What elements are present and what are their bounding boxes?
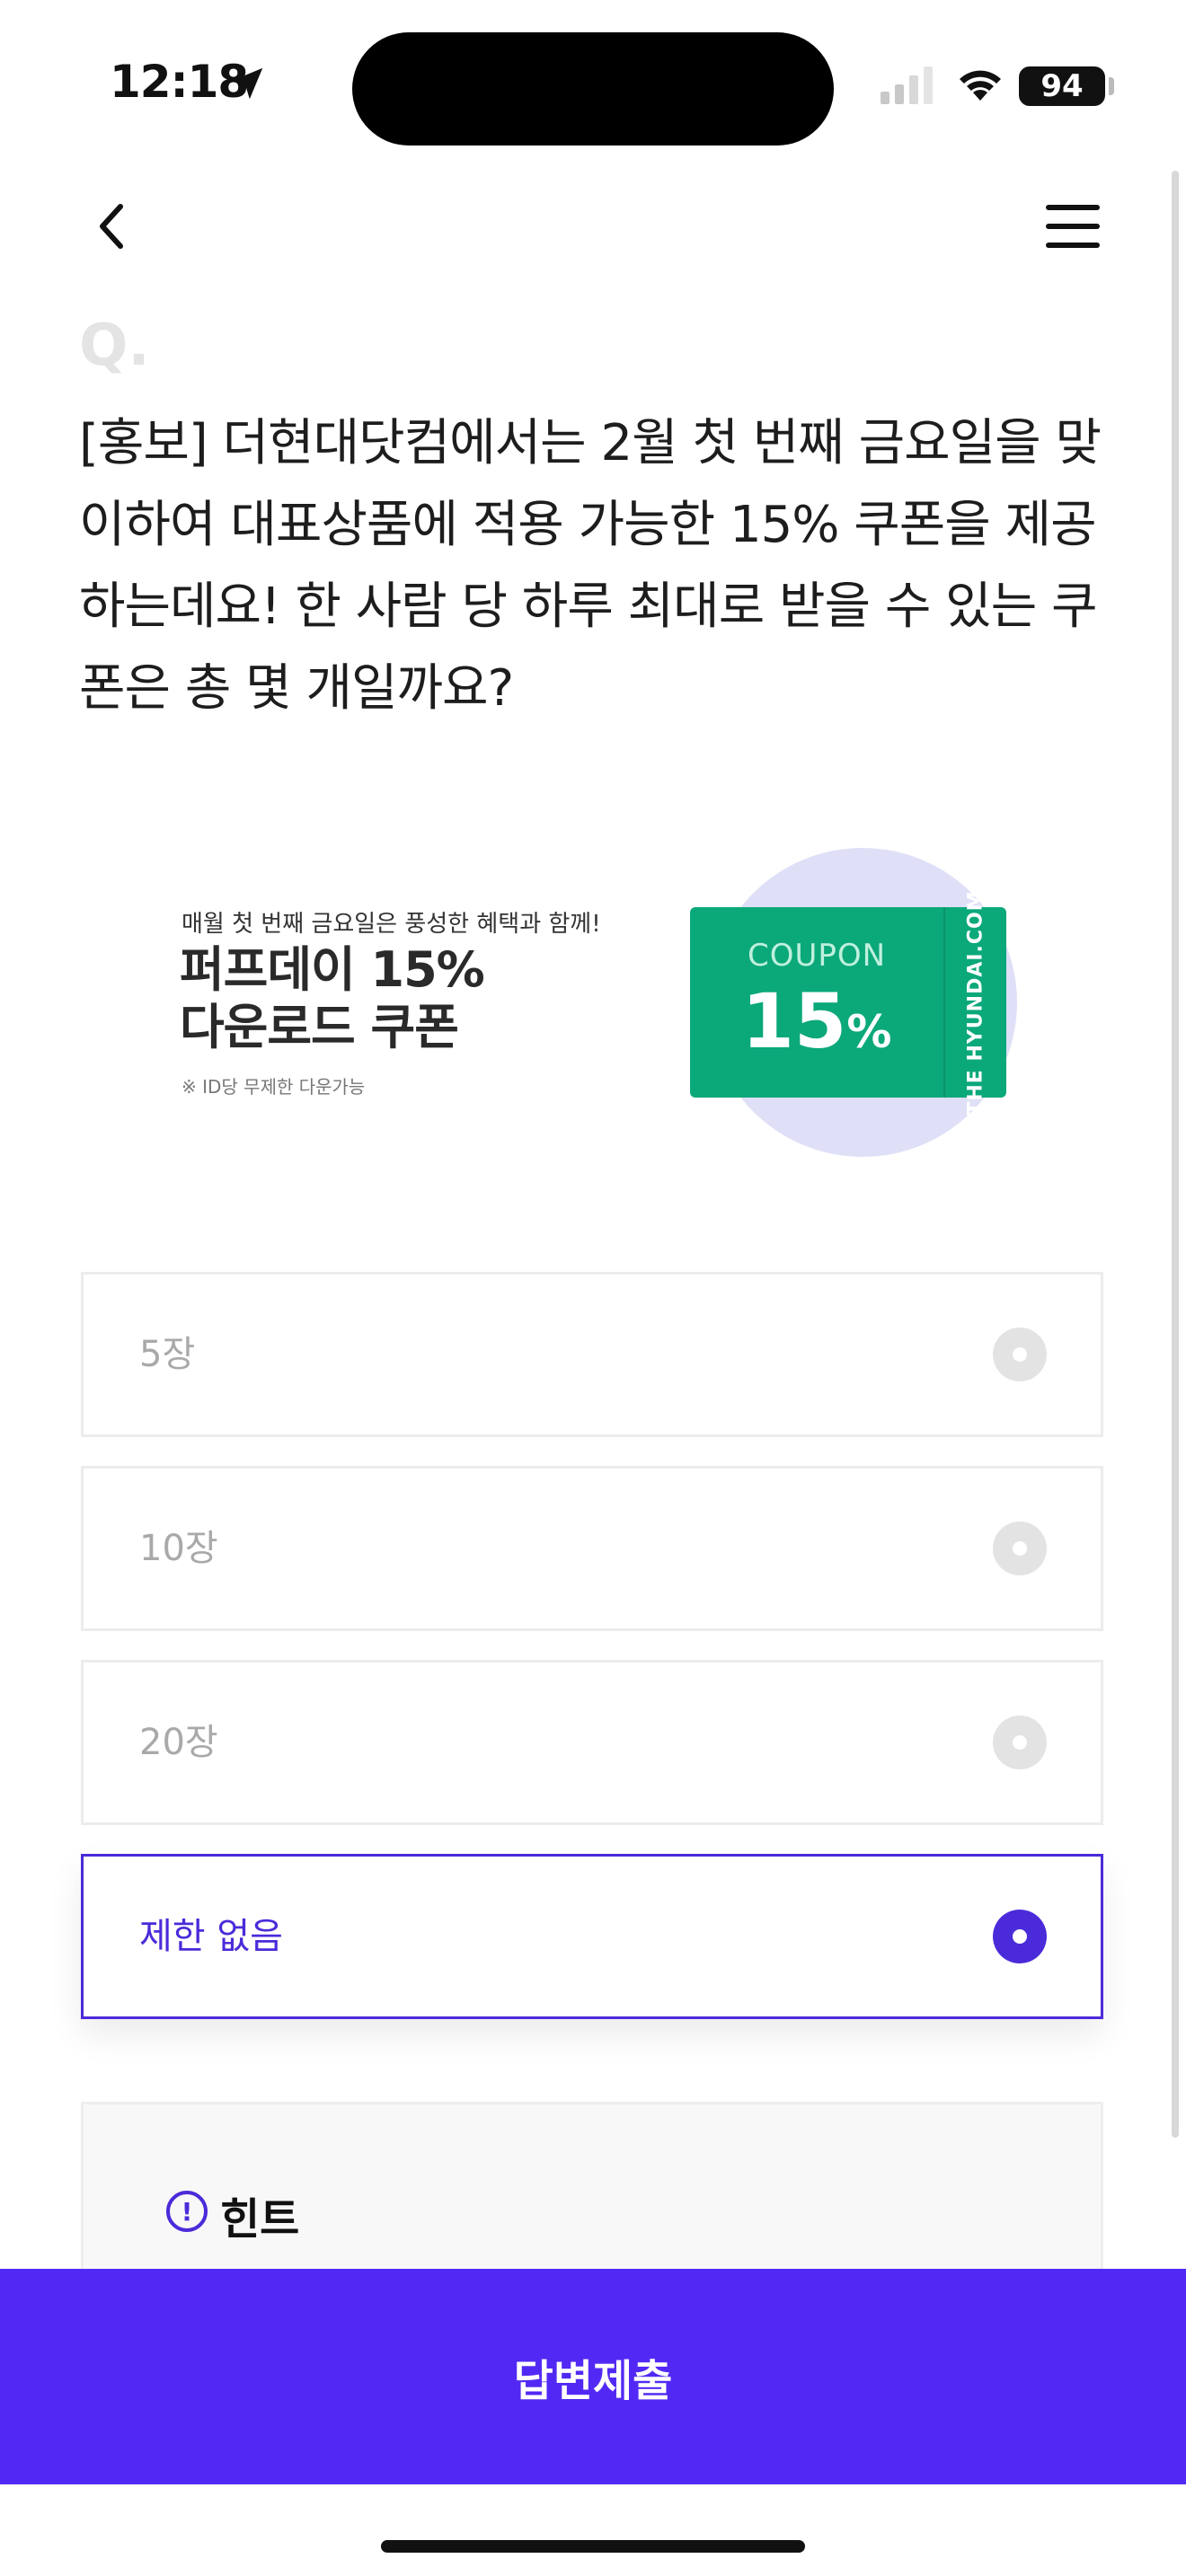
answer-option-label: 5장: [139, 1334, 196, 1375]
bottom-safe-area: [0, 2484, 1186, 2576]
answer-option-3[interactable]: 20장: [81, 1660, 1103, 1825]
location-arrow-icon: [231, 67, 263, 100]
answer-option-label: 10장: [139, 1528, 218, 1569]
hint-label: 힌트: [220, 2194, 300, 2245]
info-circle-icon: !: [166, 2191, 208, 2232]
hamburger-icon: [1046, 205, 1100, 210]
radio-button[interactable]: [993, 1716, 1047, 1769]
scrollbar[interactable]: [1172, 171, 1179, 2138]
question-marker: Q.: [79, 313, 150, 379]
radio-button[interactable]: [993, 1328, 1047, 1381]
battery-indicator: 94: [1019, 66, 1105, 106]
dynamic-island: [352, 32, 834, 146]
banner-title-line2: 다운로드 쿠폰: [180, 999, 459, 1055]
menu-button[interactable]: [1039, 198, 1107, 255]
chevron-left-icon: [100, 204, 123, 249]
banner-note: ※ ID당 무제한 다운가능: [181, 1076, 366, 1098]
radio-button[interactable]: [993, 1522, 1047, 1575]
home-indicator[interactable]: [381, 2540, 805, 2553]
cellular-signal-icon: [881, 66, 933, 104]
banner-title: 퍼프데이 15% 다운로드 쿠폰: [180, 941, 485, 1056]
back-button[interactable]: [83, 190, 140, 262]
coupon-graphic: COUPON 15% THE HYUNDAI.COM: [690, 889, 1006, 1116]
answer-option-2[interactable]: 10장: [81, 1466, 1103, 1631]
promo-banner: 매월 첫 번째 금요일은 풍성한 혜택과 함께! 퍼프데이 15% 다운로드 쿠…: [79, 835, 1103, 1168]
answer-option-label: 제한 없음: [139, 1916, 283, 1957]
answer-option-label: 20장: [139, 1722, 218, 1763]
coupon-value: 15%: [741, 977, 892, 1065]
coupon-brand: THE HYUNDAI.COM: [964, 889, 987, 1116]
question-text: [홍보] 더현대닷컴에서는 2월 첫 번째 금요일을 맞이하여 대표상품에 적용…: [79, 414, 1102, 718]
banner-title-line1: 퍼프데이 15%: [180, 941, 485, 998]
wifi-icon: [960, 70, 1001, 101]
coupon-label: COUPON: [747, 938, 887, 974]
answer-option-1[interactable]: 5장: [81, 1272, 1103, 1437]
battery-nub: [1109, 77, 1114, 95]
banner-subtitle: 매월 첫 번째 금요일은 풍성한 혜택과 함께!: [181, 911, 601, 938]
answer-option-4[interactable]: 제한 없음: [81, 1854, 1103, 2019]
radio-button-selected[interactable]: [993, 1910, 1047, 1963]
submit-answer-button[interactable]: 답변제출: [0, 2269, 1186, 2484]
